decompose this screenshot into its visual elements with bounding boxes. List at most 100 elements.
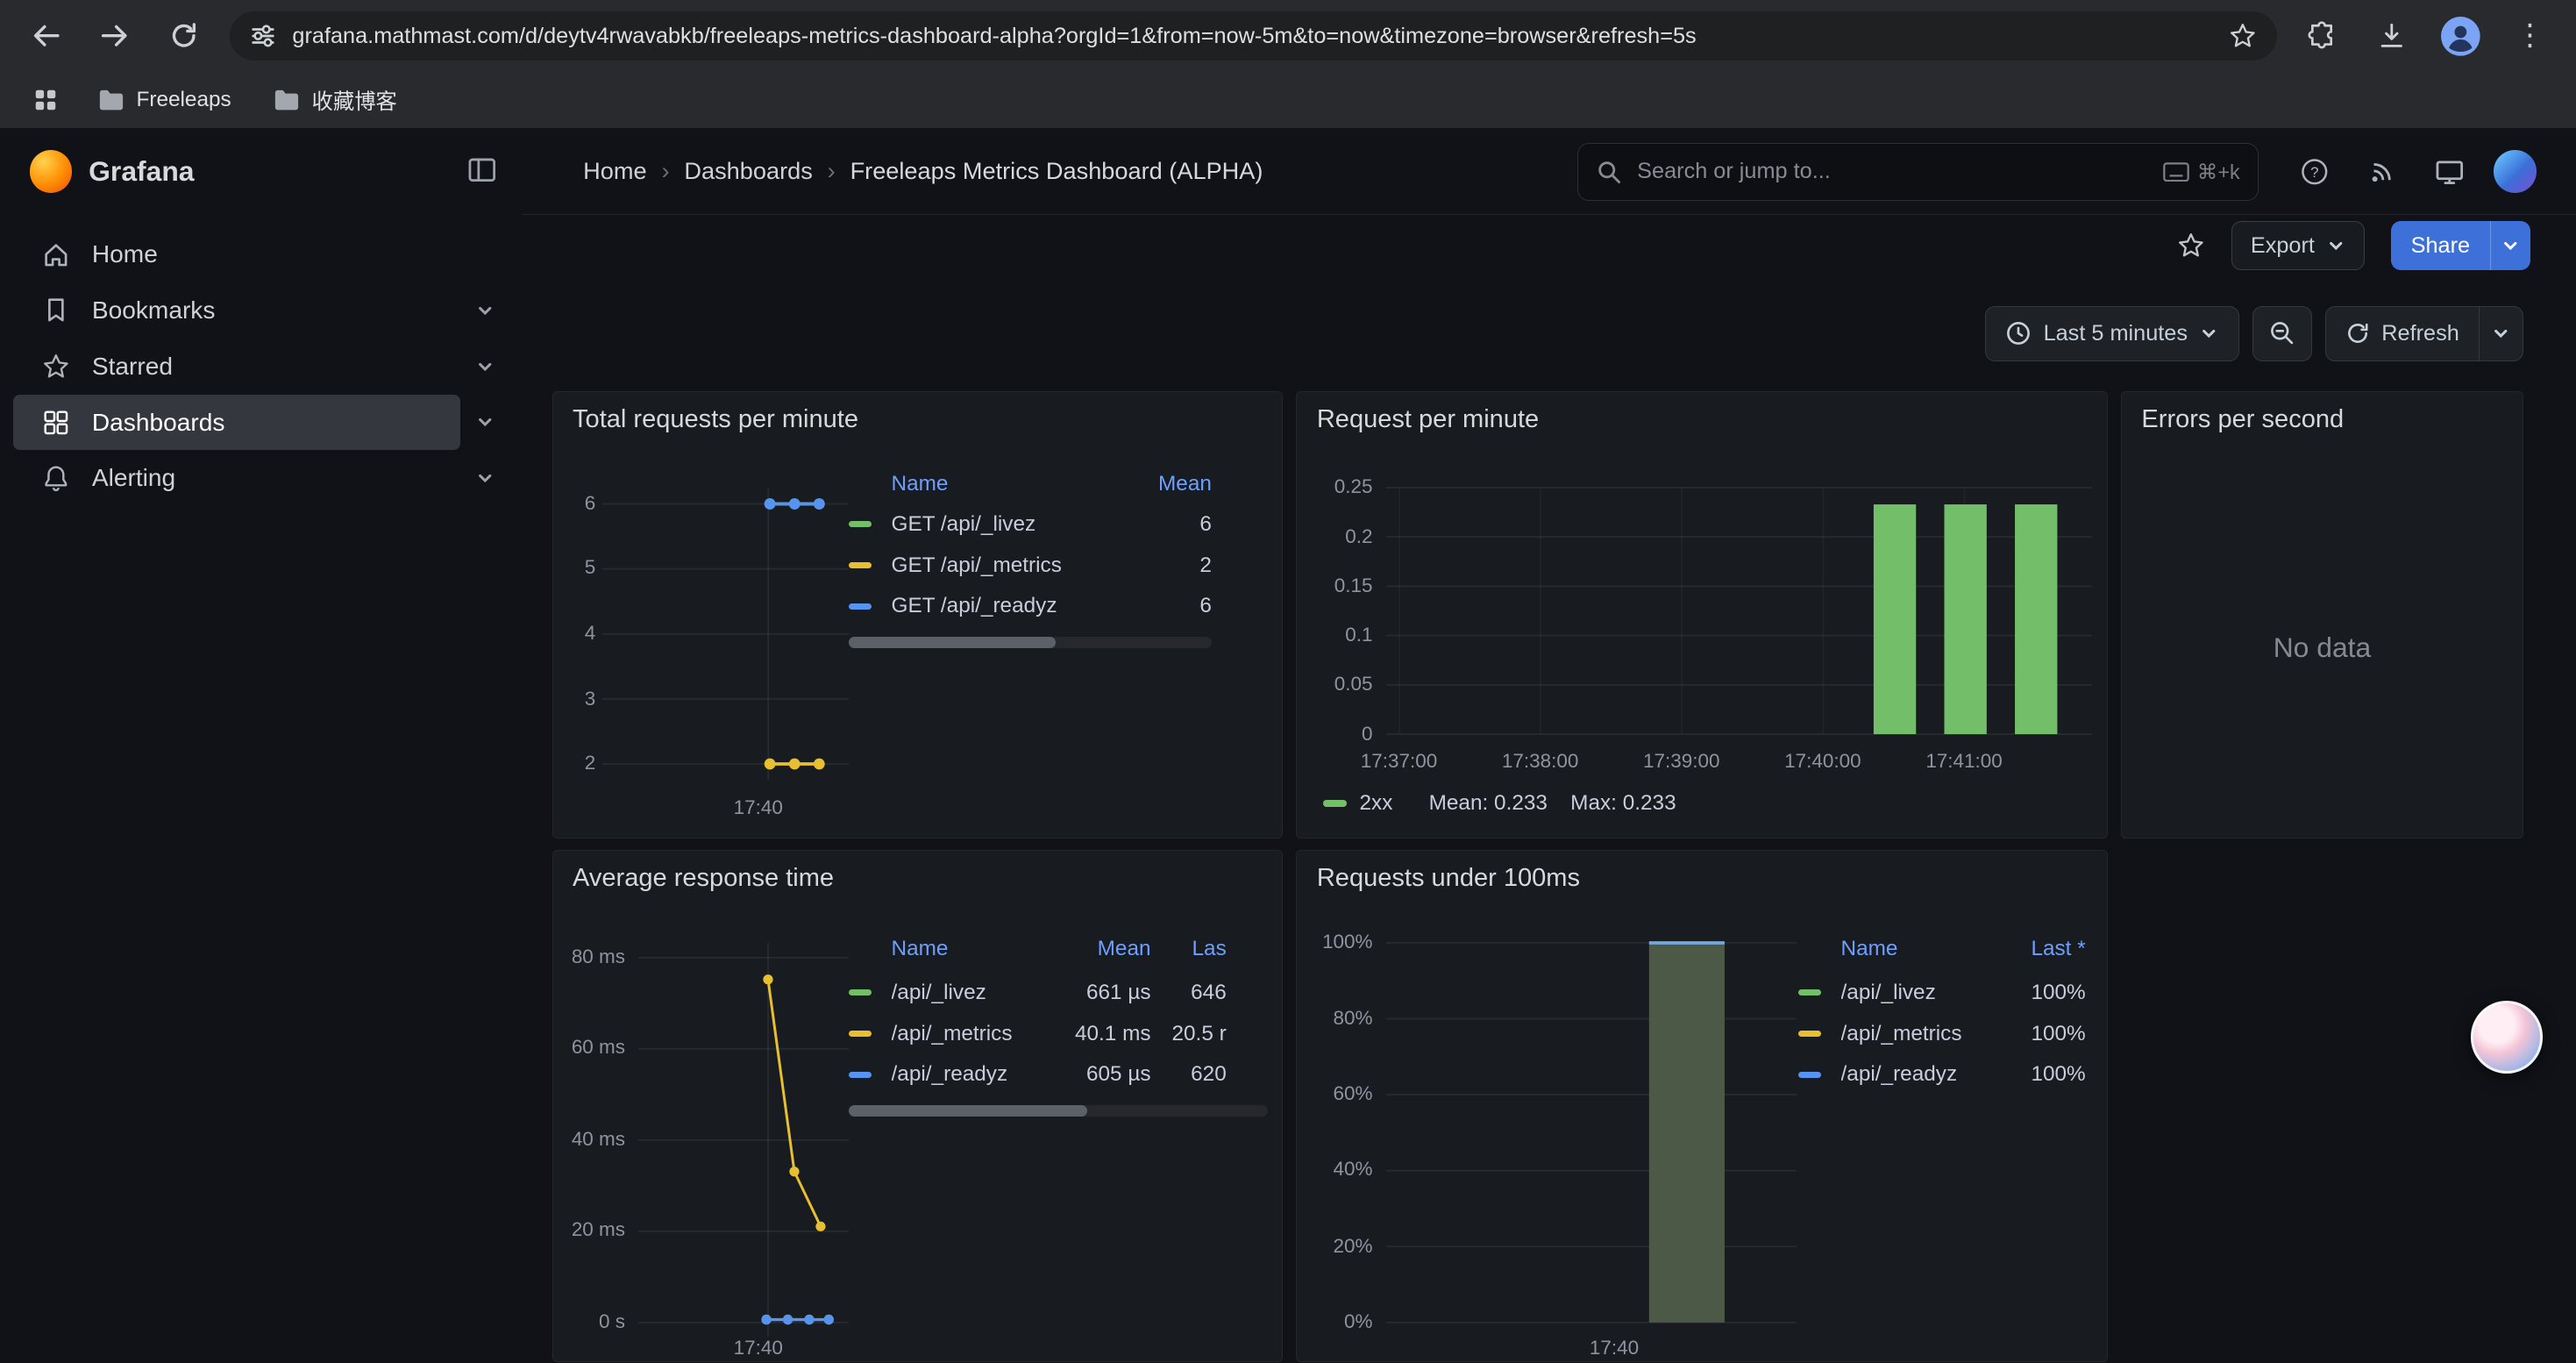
refresh-interval-chevron[interactable] <box>2479 307 2523 361</box>
monitor-icon[interactable] <box>2426 149 2472 195</box>
user-avatar[interactable] <box>2494 150 2537 193</box>
series-name[interactable]: /api/_readyz <box>892 1062 1046 1087</box>
sidebar-collapse-icon[interactable] <box>466 154 498 186</box>
plot-canvas[interactable] <box>602 488 849 781</box>
series-name[interactable]: GET /api/_livez <box>892 512 1136 537</box>
panel-title[interactable]: Request per minute <box>1317 405 1539 434</box>
x-tick-label: 17:40 <box>1565 1337 1663 1359</box>
header-icons: ? <box>2292 128 2537 215</box>
panel-requests-under-100ms: Requests under 100ms 100% 80% 60% 40% 20… <box>1296 850 2108 1363</box>
grafana-header: Home › Dashboards › Freeleaps Metrics Da… <box>523 128 2576 215</box>
legend-header-last[interactable]: Las <box>1151 937 1227 961</box>
series-name[interactable]: 2xx <box>1360 791 1393 816</box>
refresh-label: Refresh <box>2381 321 2459 346</box>
grafana-logo-icon[interactable] <box>30 150 73 193</box>
series-name[interactable]: GET /api/_metrics <box>892 553 1136 578</box>
scrollbar-thumb[interactable] <box>849 1105 1087 1117</box>
panel-average-response-time: Average response time 80 ms 60 ms 40 ms … <box>552 850 1284 1363</box>
back-icon[interactable] <box>23 13 68 59</box>
apps-grid-icon[interactable] <box>23 77 68 123</box>
refresh-icon <box>2345 321 2370 346</box>
help-icon[interactable]: ? <box>2292 149 2338 195</box>
export-button[interactable]: Export <box>2231 221 2365 270</box>
sidebar-item-starred[interactable]: Starred <box>13 339 460 395</box>
legend-header-mean[interactable]: Mean <box>1046 937 1151 961</box>
extensions-icon[interactable] <box>2300 13 2345 59</box>
legend-header-mean[interactable]: Mean <box>1136 472 1212 496</box>
legend-header-name[interactable]: Name <box>892 937 1046 961</box>
series-name[interactable]: /api/_livez <box>892 981 1046 1005</box>
legend-row: GET /api/_readyz 6 <box>849 586 1212 627</box>
news-rss-icon[interactable] <box>2359 149 2405 195</box>
panel-total-requests-per-minute: Total requests per minute 6 5 4 3 2 17:4… <box>552 391 1284 838</box>
sidebar-item-bookmarks[interactable]: Bookmarks <box>13 282 460 339</box>
panel-title[interactable]: Average response time <box>573 864 834 893</box>
series-name[interactable]: /api/_readyz <box>1841 1062 1997 1087</box>
plot-canvas[interactable] <box>1386 930 1797 1336</box>
legend-row: /api/_metrics 100% <box>1798 1013 2086 1054</box>
plot-canvas[interactable] <box>638 943 849 1338</box>
series-name[interactable]: /api/_metrics <box>1841 1022 1997 1046</box>
y-tick-label: 60% <box>1297 1082 1372 1105</box>
forward-icon[interactable] <box>92 13 138 59</box>
y-tick-label: 40% <box>1297 1158 1372 1181</box>
panel-title[interactable]: Requests under 100ms <box>1317 864 1580 893</box>
legend-header-name[interactable]: Name <box>892 472 1136 496</box>
url-input[interactable] <box>292 24 2211 49</box>
browser-menu-icon[interactable]: ⋮ <box>2507 13 2552 59</box>
download-icon[interactable] <box>2369 13 2415 59</box>
search-icon <box>1596 159 1622 185</box>
chevron-down-icon[interactable] <box>460 301 509 320</box>
series-name[interactable]: /api/_livez <box>1841 981 1997 1005</box>
legend-row: /api/_livez 661 µs 646 <box>849 972 1268 1013</box>
series-swatch <box>849 521 872 527</box>
series-mean: Mean: 0.233 <box>1429 791 1548 816</box>
export-label: Export <box>2251 233 2315 259</box>
refresh-button[interactable]: Refresh <box>2326 307 2480 361</box>
breadcrumb-home[interactable]: Home <box>583 157 646 185</box>
legend-row: /api/_readyz 100% <box>1798 1054 2086 1095</box>
panel-title[interactable]: Total requests per minute <box>573 405 858 434</box>
bookmark-star-icon[interactable] <box>2228 21 2258 51</box>
legend-header-last[interactable]: Last * <box>1997 937 2086 961</box>
bookmark-folder-blogs[interactable]: 收藏博客 <box>260 80 409 120</box>
chevron-down-icon[interactable] <box>460 357 509 376</box>
reload-icon[interactable] <box>161 13 207 59</box>
legend-scrollbar[interactable] <box>849 637 1212 648</box>
chevron-down-icon[interactable] <box>460 412 509 432</box>
favorite-star-icon[interactable] <box>2176 231 2206 260</box>
series-name[interactable]: /api/_metrics <box>892 1022 1046 1046</box>
sidebar-item-alerting[interactable]: Alerting <box>13 450 460 506</box>
share-menu-chevron[interactable] <box>2490 221 2530 270</box>
url-bar[interactable] <box>230 11 2277 61</box>
sidebar-item-home[interactable]: Home <box>13 227 460 283</box>
breadcrumb-dashboards[interactable]: Dashboards <box>684 157 812 185</box>
search-input[interactable] <box>1637 159 2148 184</box>
share-button[interactable]: Share <box>2391 221 2530 270</box>
scrollbar-thumb[interactable] <box>849 637 1056 648</box>
series-swatch <box>1798 1072 1821 1078</box>
panel-title[interactable]: Errors per second <box>2141 405 2344 434</box>
y-tick-label: 0% <box>1297 1310 1372 1333</box>
series-name[interactable]: GET /api/_readyz <box>892 594 1136 618</box>
legend-scrollbar[interactable] <box>849 1105 1268 1117</box>
search-bar[interactable]: ⌘+k <box>1577 143 2259 201</box>
site-settings-icon[interactable] <box>250 23 276 49</box>
sidebar-item-dashboards[interactable]: Dashboards <box>13 395 460 451</box>
x-tick-label: 17:38:00 <box>1491 750 1589 773</box>
panel-legend: 2xx Mean: 0.233 Max: 0.233 <box>1323 791 1676 816</box>
time-range-picker[interactable]: Last 5 minutes <box>1985 306 2239 362</box>
series-mean: 40.1 ms <box>1046 1022 1151 1046</box>
chevron-down-icon[interactable] <box>460 468 509 488</box>
floating-assistant-avatar[interactable] <box>2471 1001 2543 1073</box>
panel-errors-per-second: Errors per second No data <box>2121 391 2523 838</box>
series-mean: 6 <box>1136 512 1212 537</box>
zoom-out-button[interactable] <box>2252 306 2312 362</box>
y-tick-label: 2 <box>553 752 596 774</box>
legend-row: /api/_metrics 40.1 ms 20.5 r <box>849 1013 1268 1054</box>
profile-avatar-icon[interactable] <box>2438 13 2484 59</box>
legend-header-name[interactable]: Name <box>1841 937 1997 961</box>
bookmark-folder-freeleaps[interactable]: Freeleaps <box>85 83 244 118</box>
share-label: Share <box>2391 221 2489 270</box>
plot-canvas[interactable] <box>1386 475 2093 747</box>
